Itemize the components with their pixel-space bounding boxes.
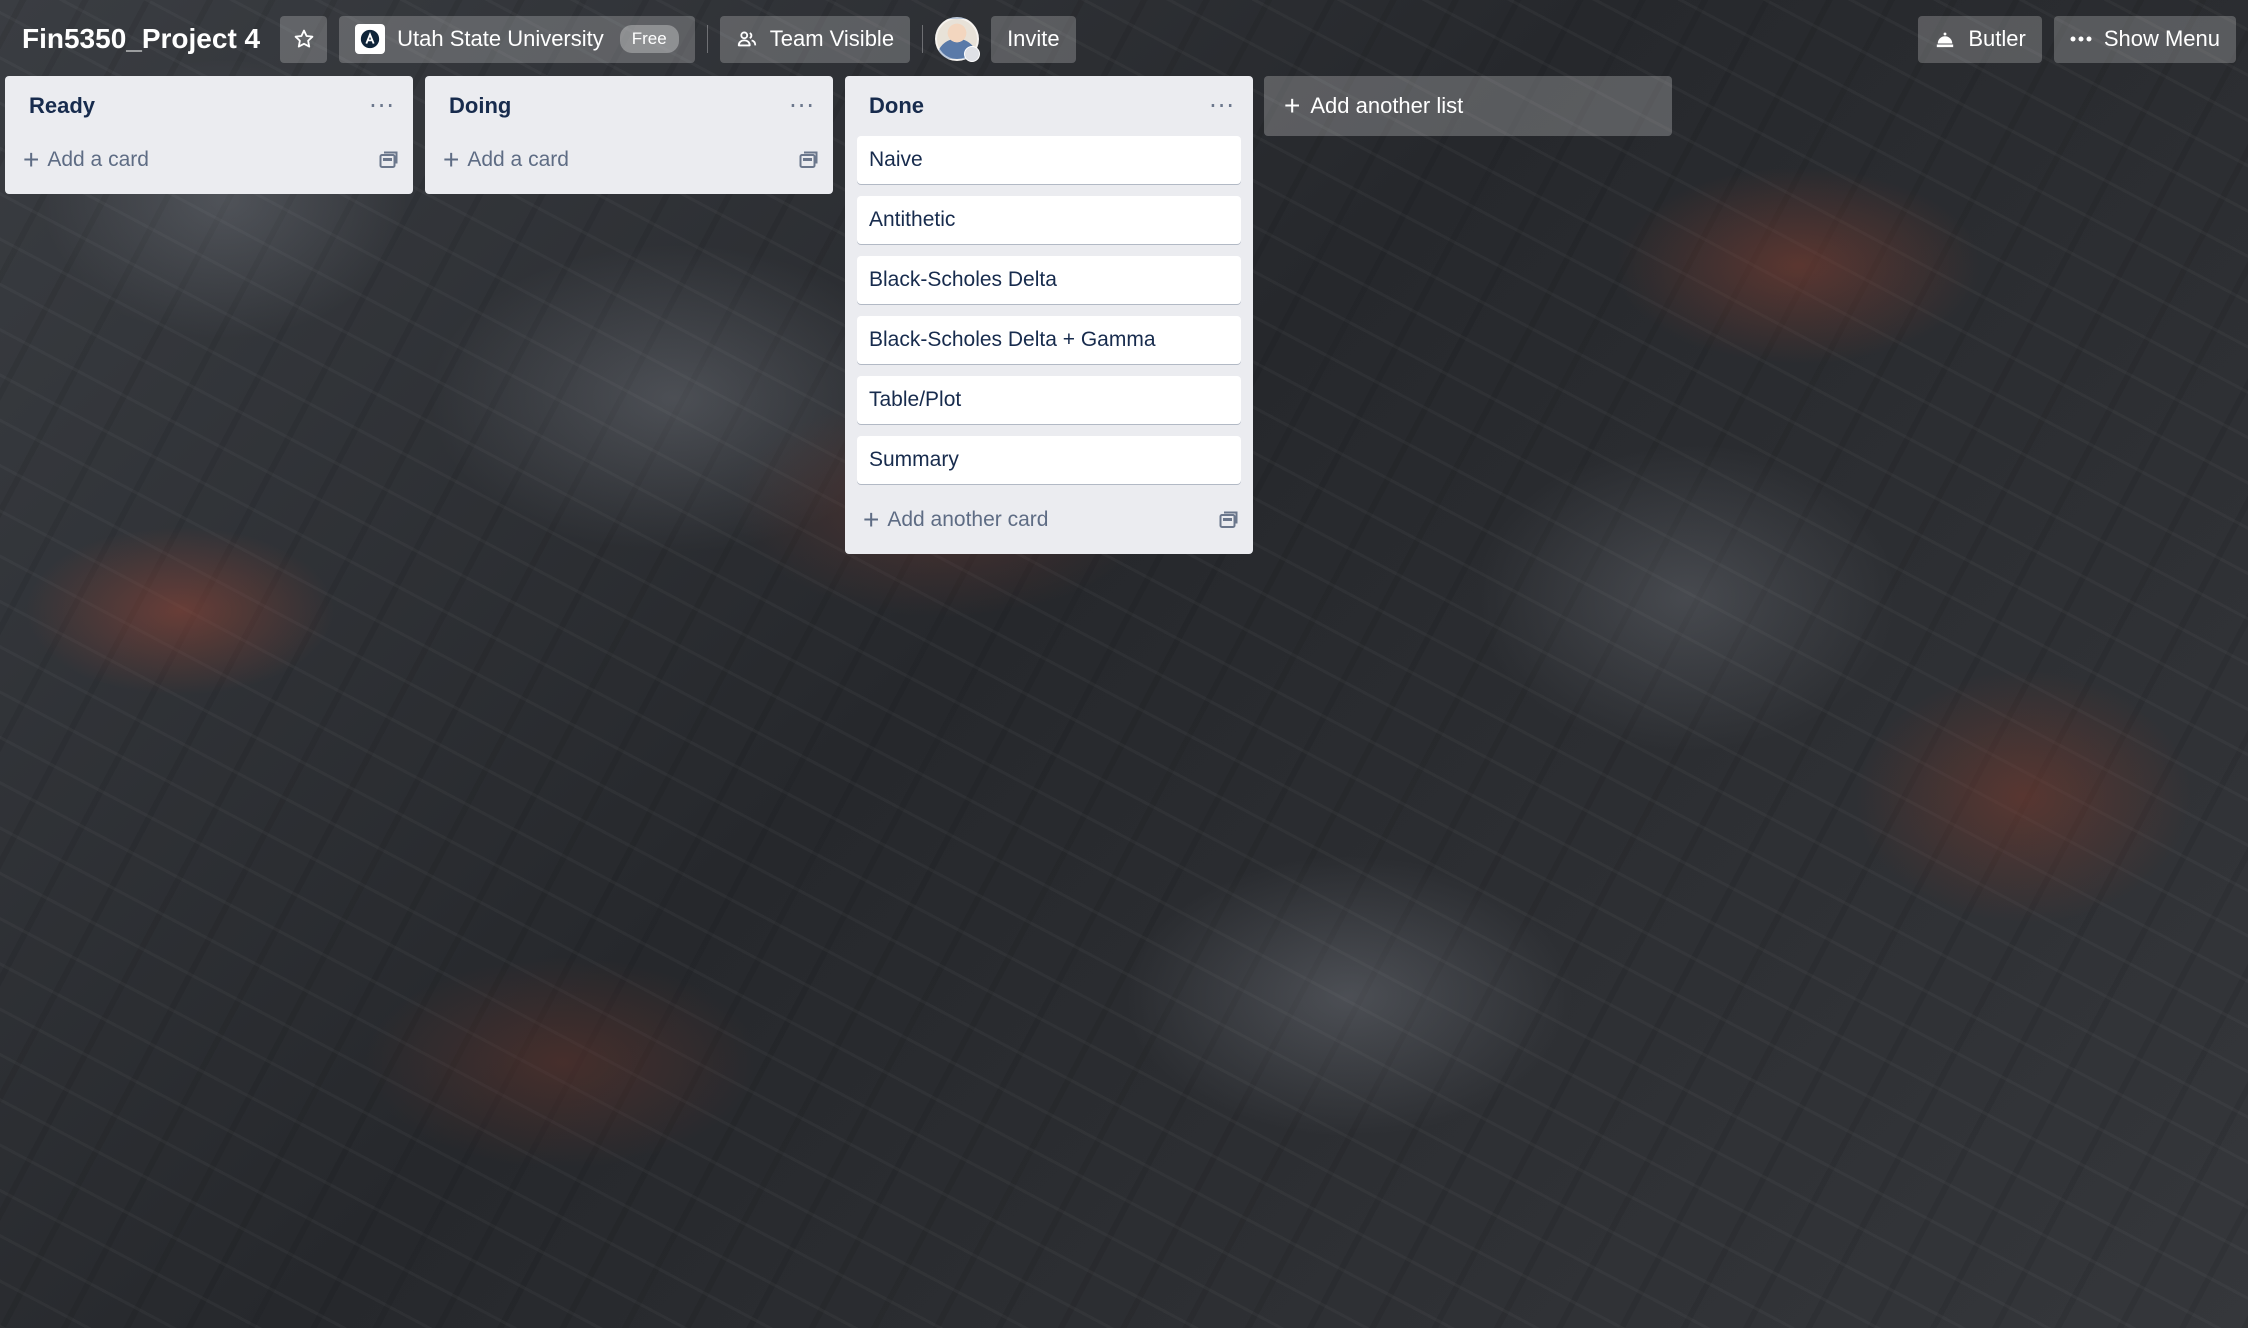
add-card-label: Add a card (47, 148, 149, 171)
workspace-name: Utah State University (397, 26, 604, 51)
add-card-button[interactable]: + Add a card (5, 136, 413, 184)
list-header: Done ··· (845, 76, 1253, 136)
list-menu-icon[interactable]: ··· (1209, 94, 1235, 118)
list-header: Doing ··· (425, 76, 833, 136)
plus-icon: + (23, 144, 40, 175)
invite-button[interactable]: Invite (991, 15, 1076, 63)
butler-label: Butler (1968, 26, 2026, 51)
admin-badge-icon (964, 46, 981, 62)
add-list-label: Add another list (1310, 93, 1464, 118)
show-menu-label: Show Menu (2103, 26, 2220, 51)
list-title[interactable]: Done (869, 93, 924, 119)
header-divider (922, 25, 924, 53)
plus-icon: + (443, 144, 460, 175)
more-horizontal-icon (2070, 36, 2092, 42)
org-logo-icon (355, 24, 386, 54)
card-black-scholes-delta-gamma[interactable]: Black-Scholes Delta + Gamma (857, 316, 1241, 364)
card-template-icon[interactable] (799, 151, 819, 169)
card-list: Naive Antithetic Black-Scholes Delta Bla… (845, 136, 1253, 484)
list-ready[interactable]: Ready ··· + Add a card (5, 76, 413, 194)
workspace-button[interactable]: Utah State University Free (339, 15, 695, 63)
card-table-plot[interactable]: Table/Plot (857, 376, 1241, 424)
plus-icon: + (863, 504, 880, 535)
list-menu-icon[interactable]: ··· (789, 94, 815, 118)
team-visible-icon (736, 28, 758, 50)
list-title[interactable]: Ready (29, 93, 95, 119)
header-divider (706, 25, 708, 53)
plus-icon: + (1284, 90, 1301, 121)
card-antithetic[interactable]: Antithetic (857, 196, 1241, 244)
board-title[interactable]: Fin5350_Project 4 (22, 23, 260, 55)
butler-icon (1934, 29, 1956, 49)
board-canvas: Ready ··· + Add a card Doing ··· + Add a… (0, 76, 2248, 1328)
list-doing[interactable]: Doing ··· + Add a card (425, 76, 833, 194)
card-naive[interactable]: Naive (857, 136, 1241, 184)
list-menu-icon[interactable]: ··· (369, 94, 395, 118)
add-card-label: Add another card (887, 508, 1049, 531)
butler-button[interactable]: Butler (1918, 15, 2042, 63)
add-card-button[interactable]: + Add a card (425, 136, 833, 184)
list-header: Ready ··· (5, 76, 413, 136)
card-template-icon[interactable] (1219, 511, 1239, 529)
list-done[interactable]: Done ··· Naive Antithetic Black-Scholes … (845, 76, 1253, 554)
list-title[interactable]: Doing (449, 93, 511, 119)
add-card-button[interactable]: + Add another card (845, 496, 1253, 544)
star-icon (294, 29, 313, 48)
add-list-button[interactable]: + Add another list (1264, 76, 1672, 136)
star-board-button[interactable] (280, 15, 328, 63)
plan-badge: Free (619, 25, 679, 53)
invite-label: Invite (1007, 26, 1060, 51)
board-header: Fin5350_Project 4 Utah State University … (0, 0, 2248, 78)
add-card-label: Add a card (467, 148, 569, 171)
show-menu-button[interactable]: Show Menu (2053, 15, 2236, 63)
member-avatar[interactable] (935, 17, 981, 62)
header-right: Butler Show Menu (1918, 15, 2236, 63)
card-template-icon[interactable] (379, 151, 399, 169)
card-black-scholes-delta[interactable]: Black-Scholes Delta (857, 256, 1241, 304)
card-summary[interactable]: Summary (857, 436, 1241, 484)
visibility-label: Team Visible (769, 26, 895, 51)
visibility-button[interactable]: Team Visible (719, 15, 911, 63)
